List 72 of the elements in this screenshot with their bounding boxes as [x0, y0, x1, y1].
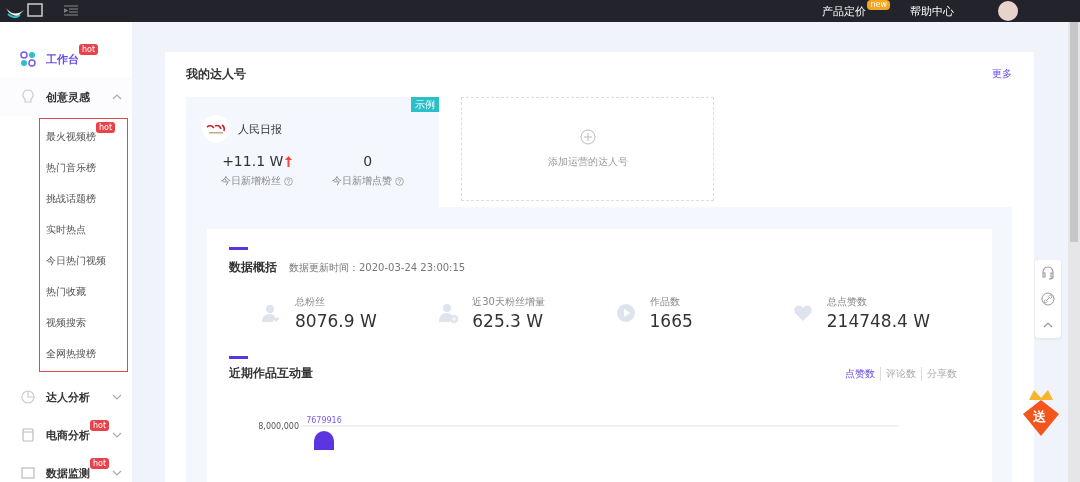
- section-title: 我的达人号: [186, 65, 246, 83]
- accent-bar: [229, 356, 248, 359]
- hot-badge: hot: [96, 122, 116, 133]
- chevron-down-icon[interactable]: [112, 432, 122, 438]
- chevron-up-icon[interactable]: [112, 94, 122, 100]
- play-icon: [615, 303, 636, 323]
- metric-value: 214748.4 W: [826, 311, 931, 331]
- hot-badge: hot: [90, 458, 110, 469]
- metric-label: 总点赞数: [826, 295, 868, 309]
- help-icon[interactable]: [284, 176, 294, 186]
- plus-icon: [579, 129, 596, 145]
- scrollbar-thumb[interactable]: [1070, 22, 1078, 242]
- monitor-icon: [20, 465, 36, 481]
- submenu-item[interactable]: 最火视频榜: [46, 126, 96, 147]
- metric-label: 近30天粉丝增量: [472, 295, 545, 309]
- metric-value: 8076.9 W: [295, 311, 377, 331]
- menu-icon[interactable]: [64, 5, 78, 17]
- chart-tab[interactable]: 点赞数: [840, 366, 880, 381]
- sidebar-item[interactable]: 电商分析: [20, 423, 90, 447]
- stat-value: 0: [363, 153, 373, 169]
- person-add-icon: [438, 303, 459, 323]
- scrollbar[interactable]: [1068, 22, 1080, 482]
- sidebar-item[interactable]: 创意灵感: [20, 85, 90, 109]
- heart-icon: [792, 303, 813, 323]
- submenu-item[interactable]: 热门音乐榜: [46, 157, 96, 178]
- person-heart-icon: [261, 303, 281, 323]
- clipboard-icon: [20, 427, 36, 443]
- metric-value: 625.3 W: [472, 311, 545, 331]
- stat-label: 今日新增点赞: [331, 174, 392, 188]
- metric-label: 作品数: [649, 295, 681, 309]
- update-time: 数据更新时间：2020-03-24 23:00:15: [289, 261, 466, 275]
- submenu-item[interactable]: 视频搜索: [46, 312, 86, 333]
- user-avatar[interactable]: [998, 1, 1018, 21]
- more-link[interactable]: 更多: [992, 67, 1012, 81]
- hot-badge: hot: [79, 44, 99, 55]
- accent-bar: [229, 247, 248, 250]
- grid-icon: [20, 51, 36, 67]
- metric-value: 1665: [649, 311, 693, 331]
- nav-link[interactable]: 帮助中心: [910, 3, 954, 19]
- example-tag: 示例: [411, 97, 439, 112]
- link-icon[interactable]: [1041, 292, 1055, 306]
- chevron-down-icon[interactable]: [112, 394, 122, 400]
- logo-icon[interactable]: [4, 2, 44, 20]
- chart-bar: [314, 431, 334, 450]
- submenu-item[interactable]: 全网热搜榜: [46, 343, 96, 364]
- headset-icon[interactable]: [1041, 266, 1055, 280]
- section-title: 近期作品互动量: [229, 365, 313, 382]
- submenu-item[interactable]: 挑战话题榜: [46, 188, 96, 209]
- stat-value: +11.1 W: [222, 153, 284, 169]
- chevron-down-icon[interactable]: [112, 470, 122, 476]
- axis-tick-label: 8,000,000: [258, 422, 299, 431]
- pie-chart-icon: [20, 389, 36, 405]
- submenu-item[interactable]: 实时热点: [46, 219, 86, 240]
- sidebar-item[interactable]: 工作台: [20, 47, 79, 71]
- submenu-item[interactable]: 热门收藏: [46, 281, 86, 302]
- lightbulb-icon: [20, 89, 36, 105]
- account-card[interactable]: 示例 人民日报 +11.1 W 今日新增粉丝 0 今日新增点赞: [186, 97, 439, 207]
- help-icon[interactable]: [394, 176, 404, 186]
- submenu-item[interactable]: 今日热门视频: [46, 250, 106, 271]
- sidebar-item[interactable]: 达人分析: [20, 385, 90, 409]
- account-name: 人民日报: [238, 121, 282, 137]
- add-account-label: 添加运营的达人号: [547, 155, 628, 169]
- nav-link[interactable]: 产品定价: [822, 3, 867, 19]
- bar-value-label: 7679916: [306, 416, 342, 425]
- stat-label: 今日新增粉丝: [221, 174, 282, 188]
- sidebar-item[interactable]: 数据监测: [20, 461, 90, 482]
- account-avatar-icon: [202, 115, 230, 143]
- gift-label: 送: [1033, 408, 1046, 426]
- metric-label: 总粉丝: [295, 295, 326, 309]
- new-badge: new: [867, 0, 890, 10]
- hot-badge: hot: [90, 420, 110, 431]
- section-title: 数据概括: [229, 259, 277, 276]
